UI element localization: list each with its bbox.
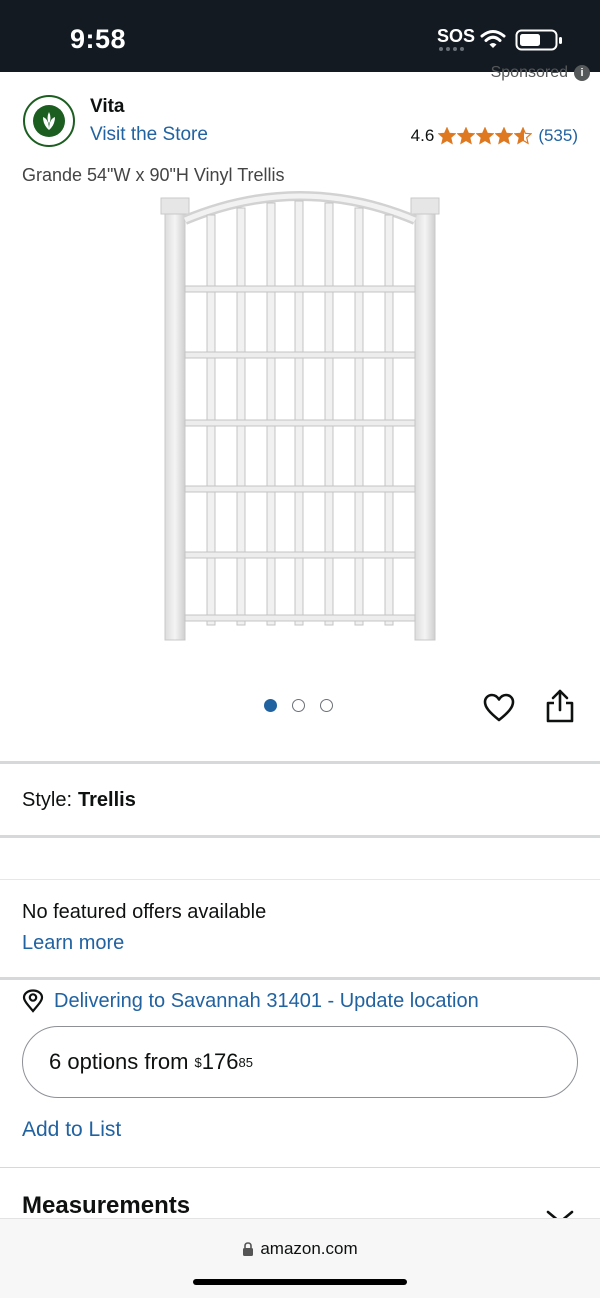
star-icon [495, 127, 514, 145]
carousel-dot[interactable] [320, 699, 333, 712]
browser-address-bar[interactable]: amazon.com [0, 1218, 600, 1298]
delivery-text: Delivering to Savannah 31401 - Update lo… [54, 989, 479, 1012]
trellis-product-image[interactable] [155, 190, 445, 645]
review-count[interactable]: (535) [538, 126, 578, 146]
divider [0, 879, 600, 880]
add-to-list-link[interactable]: Add to List [22, 1118, 121, 1142]
price-dollars: 176 [201, 1049, 239, 1074]
star-icon [457, 127, 476, 145]
battery-icon [515, 29, 562, 51]
image-carousel-dots[interactable] [264, 699, 333, 712]
lock-icon [243, 1242, 254, 1256]
visit-store-link[interactable]: Visit the Store [90, 124, 208, 146]
measurements-section-header[interactable]: Measurements [22, 1192, 190, 1219]
carousel-dot[interactable] [292, 699, 305, 712]
rating-summary[interactable]: 4.6 (535) [411, 126, 578, 146]
sponsored-text: Sponsored [490, 64, 568, 81]
star-icon [476, 127, 495, 145]
home-indicator[interactable] [193, 1279, 407, 1285]
divider [0, 1167, 600, 1168]
price-currency: $ [194, 1054, 202, 1070]
brand-name: Vita [90, 96, 125, 117]
wifi-icon [480, 30, 506, 48]
options-prefix: 6 options from [49, 1049, 189, 1074]
url-display[interactable]: amazon.com [0, 1239, 600, 1259]
url-text: amazon.com [260, 1239, 358, 1258]
carousel-dot[interactable] [264, 699, 277, 712]
divider [0, 761, 600, 764]
buying-options-button[interactable]: 6 options from $176 85 [22, 1026, 578, 1098]
rating-value: 4.6 [410, 126, 435, 145]
delivery-location-link[interactable]: Delivering to Savannah 31401 - Update lo… [22, 989, 479, 1013]
price-cents: 85 [238, 1054, 253, 1070]
no-offers-message: No featured offers available [22, 901, 267, 923]
learn-more-link[interactable]: Learn more [22, 932, 124, 955]
info-icon[interactable]: i [574, 65, 590, 81]
status-time: 9:58 [70, 24, 127, 54]
product-title: Grande 54"W x 90"H Vinyl Trellis [22, 165, 285, 185]
wishlist-heart-icon[interactable] [483, 692, 515, 724]
leaf-logo-icon [33, 105, 65, 137]
star-rating [438, 127, 533, 145]
style-label: Style: [22, 789, 73, 811]
star-icon [438, 127, 457, 145]
star-icon [514, 127, 533, 145]
divider [0, 977, 600, 980]
sponsored-label[interactable]: Sponsored i [491, 64, 590, 82]
style-value: Trellis [78, 789, 136, 811]
share-icon[interactable] [545, 688, 575, 724]
brand-logo[interactable] [23, 95, 75, 147]
style-selector[interactable]: Style: Trellis [22, 789, 136, 812]
location-pin-icon [22, 989, 44, 1013]
divider [0, 835, 600, 838]
status-bar: 9:58 SOS [0, 0, 600, 72]
signal-dots-icon [439, 47, 469, 51]
sos-indicator: SOS [437, 26, 476, 46]
